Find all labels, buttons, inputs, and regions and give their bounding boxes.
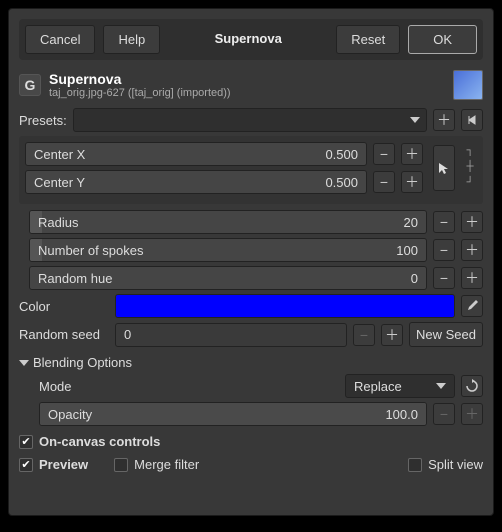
- loop-icon: [465, 379, 479, 393]
- spokes-plus[interactable]: ＋: [461, 239, 483, 261]
- randseed-value: 0: [124, 327, 131, 342]
- randhue-minus[interactable]: −: [433, 267, 455, 289]
- link-top-icon[interactable]: ┐: [463, 145, 477, 159]
- link-mid-icon[interactable]: ┼: [463, 161, 477, 175]
- radius-label: Radius: [38, 215, 404, 230]
- randhue-label: Random hue: [38, 271, 411, 286]
- eyedropper-icon: [465, 299, 479, 313]
- preview-checkbox[interactable]: [19, 458, 33, 472]
- merge-checkbox[interactable]: [114, 458, 128, 472]
- center-x-field[interactable]: Center X 0.500: [25, 142, 367, 166]
- chevron-down-icon: [436, 383, 446, 389]
- spokes-label: Number of spokes: [38, 243, 396, 258]
- gimp-icon: G: [19, 74, 41, 96]
- center-x-minus[interactable]: −: [373, 143, 395, 165]
- filter-title: Supernova: [49, 71, 445, 87]
- radius-value: 20: [404, 215, 418, 230]
- preview-label: Preview: [39, 457, 88, 472]
- reset-button[interactable]: Reset: [336, 25, 400, 54]
- spokes-minus[interactable]: −: [433, 239, 455, 261]
- radius-minus[interactable]: −: [433, 211, 455, 233]
- blending-expander[interactable]: Blending Options: [19, 355, 483, 370]
- randseed-field[interactable]: 0: [115, 323, 347, 347]
- merge-label: Merge filter: [134, 457, 199, 472]
- center-y-value: 0.500: [325, 175, 358, 190]
- newseed-button[interactable]: New Seed: [409, 322, 483, 347]
- supernova-dialog: Cancel Help Supernova Reset OK G Superno…: [8, 8, 494, 516]
- opacity-field[interactable]: Opacity 100.0: [39, 402, 427, 426]
- chevron-down-icon: [410, 117, 420, 123]
- filter-subtitle: taj_orig.jpg-627 ([taj_orig] (imported)): [49, 87, 445, 99]
- preview-thumbnail: [453, 70, 483, 100]
- oncanvas-label: On-canvas controls: [39, 434, 160, 449]
- oncanvas-checkbox[interactable]: [19, 435, 33, 449]
- button-bar: Cancel Help Supernova Reset OK: [19, 19, 483, 60]
- randseed-plus[interactable]: ＋: [381, 324, 403, 346]
- cursor-icon: [437, 161, 451, 175]
- dialog-title: Supernova: [168, 25, 328, 54]
- preset-add-button[interactable]: ＋: [433, 109, 455, 131]
- ok-button[interactable]: OK: [408, 25, 477, 54]
- randseed-minus: −: [353, 324, 375, 346]
- presets-combo[interactable]: [73, 108, 427, 132]
- opacity-value: 100.0: [385, 407, 418, 422]
- center-y-label: Center Y: [34, 175, 325, 190]
- mode-combo[interactable]: Replace: [345, 374, 455, 398]
- link-bot-icon[interactable]: ┘: [463, 177, 477, 191]
- opacity-plus: ＋: [461, 403, 483, 425]
- color-picker-button[interactable]: [461, 295, 483, 317]
- center-y-minus[interactable]: −: [373, 171, 395, 193]
- center-pick-button[interactable]: [433, 145, 455, 191]
- center-x-label: Center X: [34, 147, 325, 162]
- randhue-field[interactable]: Random hue 0: [29, 266, 427, 290]
- cancel-button[interactable]: Cancel: [25, 25, 95, 54]
- center-x-plus[interactable]: ＋: [401, 143, 423, 165]
- color-swatch[interactable]: [115, 294, 455, 318]
- triangle-down-icon: [19, 360, 29, 366]
- spokes-field[interactable]: Number of spokes 100: [29, 238, 427, 262]
- filter-header: G Supernova taj_orig.jpg-627 ([taj_orig]…: [19, 70, 483, 100]
- blending-title: Blending Options: [33, 355, 132, 370]
- center-y-field[interactable]: Center Y 0.500: [25, 170, 367, 194]
- split-label: Split view: [428, 457, 483, 472]
- opacity-label: Opacity: [48, 407, 385, 422]
- randhue-value: 0: [411, 271, 418, 286]
- preset-menu-button[interactable]: [461, 109, 483, 131]
- spokes-value: 100: [396, 243, 418, 258]
- mode-value: Replace: [354, 379, 402, 394]
- color-label: Color: [19, 299, 109, 314]
- center-y-plus[interactable]: ＋: [401, 171, 423, 193]
- help-button[interactable]: Help: [103, 25, 160, 54]
- presets-label: Presets:: [19, 113, 67, 128]
- randseed-label: Random seed: [19, 327, 109, 342]
- menu-left-icon: [466, 114, 478, 126]
- randhue-plus[interactable]: ＋: [461, 267, 483, 289]
- radius-field[interactable]: Radius 20: [29, 210, 427, 234]
- split-checkbox[interactable]: [408, 458, 422, 472]
- mode-reset-button[interactable]: [461, 375, 483, 397]
- radius-plus[interactable]: ＋: [461, 211, 483, 233]
- mode-label: Mode: [39, 379, 339, 394]
- opacity-minus: −: [433, 403, 455, 425]
- center-x-value: 0.500: [325, 147, 358, 162]
